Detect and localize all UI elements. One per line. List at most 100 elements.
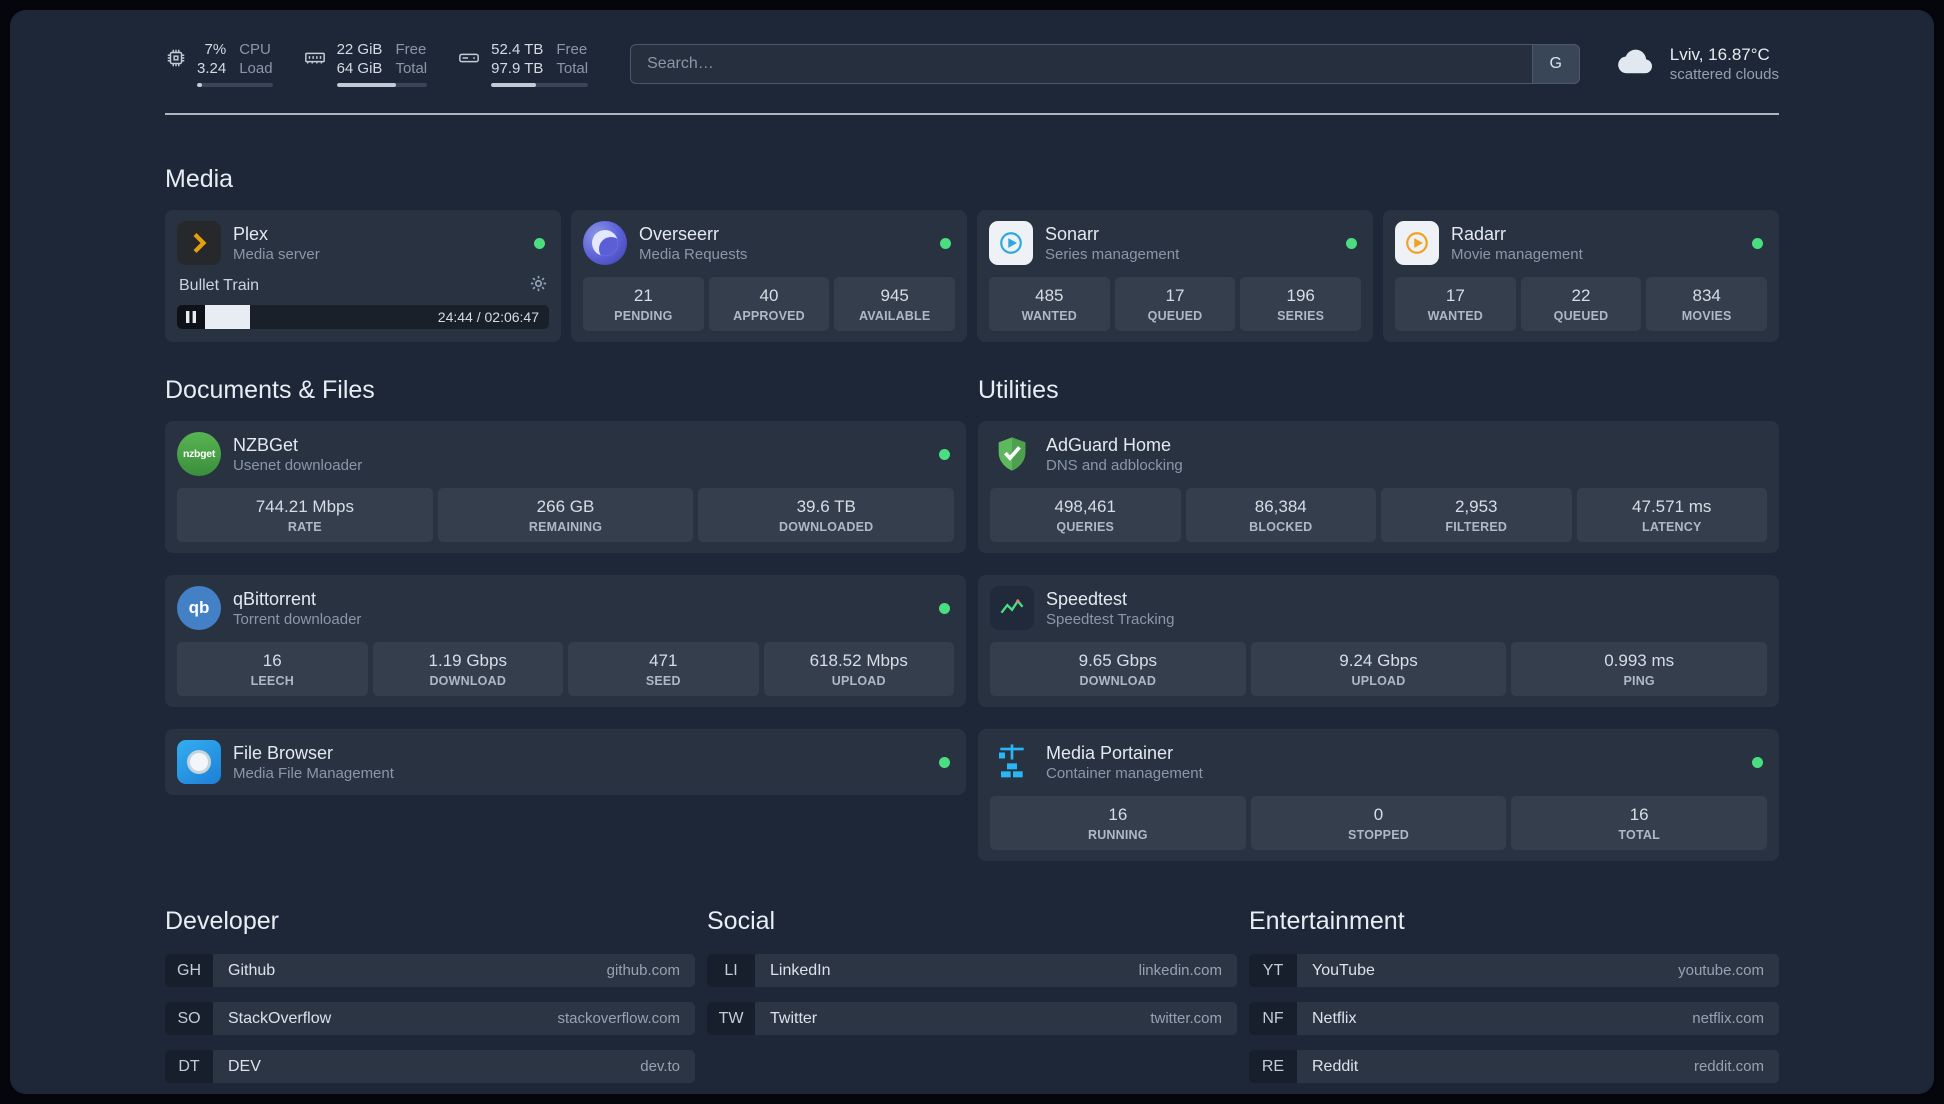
stat-seed: 471 SEED — [568, 642, 759, 696]
playback-progress-fill — [205, 305, 250, 329]
resource-widgets: 7% 3.24 CPU Load 22 GiB 64 GiB Free Tota… — [165, 40, 589, 87]
stat-available: 945 AVAILABLE — [834, 277, 956, 331]
stat-movies: 834 MOVIES — [1646, 277, 1768, 331]
stat-series: 196 SERIES — [1240, 277, 1362, 331]
service-name: Overseerr — [639, 223, 720, 244]
stat-label: TOTAL — [1618, 828, 1660, 842]
stat-label: PING — [1623, 674, 1655, 688]
service-card-qbittorrent[interactable]: qb qBittorrent Torrent downloader 16 LEE… — [165, 575, 966, 707]
radarr-icon — [1395, 221, 1439, 265]
bookmark-abbr: DT — [165, 1050, 213, 1083]
documents-column: Documents & Files nzbget NZBGet Usenet d… — [165, 376, 966, 861]
status-dot — [939, 756, 950, 768]
memory-free-label: Free — [395, 41, 427, 58]
cpu-usage-value: 7% — [204, 41, 227, 58]
plex-icon — [177, 221, 221, 265]
bookmark-stackoverflow[interactable]: SO StackOverflow stackoverflow.com — [165, 1002, 695, 1035]
weather-location-temp: Lviv, 16.87°C — [1669, 44, 1770, 64]
bookmark-abbr: TW — [707, 1002, 755, 1035]
speedtest-icon — [990, 586, 1034, 630]
status-dot — [1752, 756, 1763, 768]
bookmark-domain: github.com — [606, 962, 680, 979]
stat-queries: 498,461 QUERIES — [990, 488, 1181, 542]
search-provider-button[interactable]: G — [1531, 43, 1580, 84]
cpu-widget: 7% 3.24 CPU Load — [165, 40, 273, 87]
bookmark-linkedin[interactable]: LI LinkedIn linkedin.com — [707, 954, 1237, 987]
section-title-social: Social — [707, 907, 776, 935]
service-card-nzbget[interactable]: nzbget NZBGet Usenet downloader 744.21 M… — [165, 421, 966, 553]
playback-time: 24:44 / 02:06:47 — [437, 309, 539, 325]
playback-progress-bar: 24:44 / 02:06:47 — [177, 305, 549, 329]
now-playing-title: Bullet Train — [179, 277, 260, 294]
bookmark-name: YouTube — [1312, 961, 1375, 979]
service-card-overseerr[interactable]: Overseerr Media Requests 21 PENDING 40 A… — [571, 210, 967, 342]
cpu-usage-bar — [197, 83, 273, 87]
service-name: Radarr — [1451, 223, 1507, 244]
service-name: Speedtest — [1046, 588, 1128, 609]
section-title-utilities: Utilities — [978, 376, 1059, 404]
bookmark-abbr: YT — [1249, 954, 1297, 987]
stat-label: QUEUED — [1553, 309, 1609, 323]
stat-leech: 16 LEECH — [177, 642, 368, 696]
stat-label: DOWNLOADED — [779, 520, 874, 534]
stat-label: FILTERED — [1445, 520, 1508, 534]
sonarr-icon — [989, 221, 1033, 265]
status-dot — [1346, 237, 1357, 249]
bookmark-domain: netflix.com — [1692, 1010, 1764, 1027]
disk-free-label: Free — [556, 41, 588, 58]
bookmark-name: Netflix — [1312, 1009, 1357, 1027]
stat-value: 1.19 Gbps — [428, 651, 507, 670]
stat-queued: 22 QUEUED — [1520, 277, 1642, 331]
search-input[interactable] — [630, 43, 1580, 84]
service-name: File Browser — [233, 742, 334, 763]
stat-label: MOVIES — [1681, 309, 1732, 323]
service-card-plex[interactable]: Plex Media server Bullet Train 24:44 / 0… — [165, 210, 561, 342]
bookmark-netflix[interactable]: NF Netflix netflix.com — [1249, 1002, 1779, 1035]
service-desc: Series management — [1045, 245, 1180, 263]
stat-label: UPLOAD — [1351, 674, 1406, 688]
bookmark-github[interactable]: GH Github github.com — [165, 954, 695, 987]
stat-value: 266 GB — [536, 497, 595, 516]
nzbget-icon: nzbget — [177, 432, 221, 476]
bookmark-domain: twitter.com — [1150, 1010, 1222, 1027]
bookmark-domain: linkedin.com — [1138, 962, 1222, 979]
stat-queued: 17 QUEUED — [1114, 277, 1236, 331]
service-card-radarr[interactable]: Radarr Movie management 17 WANTED 22 QUE… — [1383, 210, 1779, 342]
settings-gear-icon[interactable] — [530, 275, 547, 297]
stat-value: 17 — [1165, 286, 1185, 305]
stat-label: DOWNLOAD — [1079, 674, 1157, 688]
pause-button[interactable] — [177, 305, 205, 329]
cpu-icon — [165, 47, 187, 74]
stat-upload: 618.52 Mbps UPLOAD — [763, 642, 954, 696]
stat-label: PENDING — [614, 309, 673, 323]
service-card-speedtest[interactable]: Speedtest Speedtest Tracking 9.65 Gbps D… — [978, 575, 1779, 707]
stat-upload: 9.24 Gbps UPLOAD — [1250, 642, 1507, 696]
status-dot — [939, 602, 950, 614]
stat-value: 16 — [1108, 805, 1128, 824]
stat-remaining: 266 GB REMAINING — [437, 488, 694, 542]
stat-label: LATENCY — [1642, 520, 1702, 534]
bookmark-name: Twitter — [770, 1009, 818, 1027]
service-card-filebrowser[interactable]: File Browser Media File Management — [165, 729, 966, 795]
qbittorrent-icon-label: qb — [188, 598, 210, 617]
status-dot — [939, 448, 950, 460]
bookmark-dev[interactable]: DT DEV dev.to — [165, 1050, 695, 1083]
bookmark-twitter[interactable]: TW Twitter twitter.com — [707, 1002, 1237, 1035]
service-desc: Container management — [1046, 764, 1203, 782]
cpu-usage-label: CPU — [239, 41, 271, 58]
service-name: AdGuard Home — [1046, 434, 1172, 455]
bookmark-youtube[interactable]: YT YouTube youtube.com — [1249, 954, 1779, 987]
cpu-load-label: Load — [239, 60, 273, 77]
service-card-sonarr[interactable]: Sonarr Series management 485 WANTED 17 Q… — [977, 210, 1373, 342]
service-desc: Usenet downloader — [233, 456, 363, 474]
weather-condition: scattered clouds — [1669, 65, 1779, 83]
service-desc: Media File Management — [233, 764, 394, 782]
stat-download: 1.19 Gbps DOWNLOAD — [372, 642, 563, 696]
stat-value: 945 — [880, 286, 909, 305]
stat-value: 16 — [1629, 805, 1649, 824]
service-card-portainer[interactable]: Media Portainer Container management 16 … — [978, 729, 1779, 861]
stat-value: 21 — [633, 286, 653, 305]
service-card-adguard[interactable]: AdGuard Home DNS and adblocking 498,461 … — [978, 421, 1779, 553]
stat-value: 17 — [1445, 286, 1465, 305]
bookmark-reddit[interactable]: RE Reddit reddit.com — [1249, 1050, 1779, 1083]
